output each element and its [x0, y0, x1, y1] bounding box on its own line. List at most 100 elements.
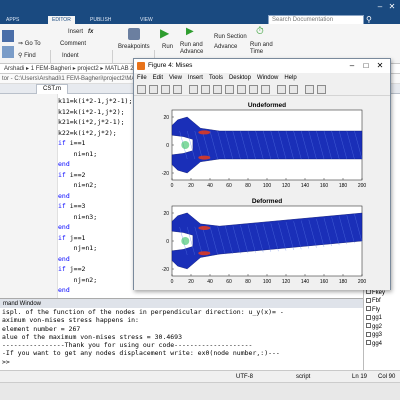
tab-cst-file[interactable]: CST.m: [36, 84, 68, 94]
command-output-line: element number = 267: [2, 324, 81, 333]
comment-button[interactable]: Comment: [60, 41, 86, 47]
data-cursor-icon[interactable]: [237, 85, 246, 94]
command-output-line: alue of the maximum von-mises stress = 3…: [2, 332, 183, 341]
variable-icon: [366, 331, 371, 337]
figure-menu-view[interactable]: View: [166, 73, 185, 83]
x-tick-label: 60: [226, 279, 232, 285]
indent-button[interactable]: Indent: [62, 53, 79, 59]
run-icon[interactable]: ▶: [160, 26, 169, 40]
print-icon[interactable]: [173, 85, 182, 94]
goto-button[interactable]: ⇒ Go To: [18, 40, 41, 47]
figure-titlebar[interactable]: Figure 4: Mises – □ ✕: [134, 59, 390, 73]
variable-icon: [366, 323, 371, 329]
workspace-variable[interactable]: gg1: [364, 314, 400, 323]
brush-icon[interactable]: [249, 85, 258, 94]
x-tick-label: 180: [339, 279, 348, 285]
figure-menu-edit[interactable]: Edit: [150, 73, 166, 83]
fx-button[interactable]: fx: [88, 29, 93, 35]
command-output-line: aximum von-mises stress happens in:: [2, 316, 139, 325]
new-figure-icon[interactable]: [137, 85, 146, 94]
x-tick-label: 20: [188, 279, 194, 285]
show-plot-tools-icon[interactable]: [317, 85, 326, 94]
workspace-variable[interactable]: gg4: [364, 340, 400, 349]
run-and-time-icon[interactable]: ⏱: [256, 26, 264, 37]
taskbar: [0, 382, 400, 400]
x-tick-label: 140: [301, 183, 310, 189]
tab-publish[interactable]: PUBLISH: [86, 16, 115, 24]
y-tick-label: -20: [162, 267, 169, 273]
y-tick-label: -20: [162, 171, 169, 177]
x-tick-label: 100: [263, 183, 272, 189]
x-tick-label: 160: [320, 279, 329, 285]
stress-region: [181, 141, 190, 149]
stress-hotspot: [198, 251, 211, 256]
command-window[interactable]: ispl. of the function of the nodes in pe…: [0, 308, 363, 370]
x-tick-label: 100: [263, 279, 272, 285]
tab-apps[interactable]: APPS: [2, 16, 23, 24]
advance-button[interactable]: Advance: [214, 44, 237, 50]
print-icon[interactable]: [2, 46, 14, 58]
figure-menu-help[interactable]: Help: [281, 73, 299, 83]
tab-view[interactable]: VIEW: [136, 16, 157, 24]
workspace-variable[interactable]: gg2: [364, 323, 400, 332]
workspace-panel: FlexFkeyFbfFlygg1gg2gg3gg4: [363, 280, 400, 370]
figure-menu-tools[interactable]: Tools: [206, 73, 226, 83]
variable-icon: [366, 297, 371, 303]
figure-close-button[interactable]: ✕: [373, 59, 387, 73]
figure-maximize-button[interactable]: □: [359, 59, 373, 73]
figure-plots: Undeformed0 20 40 60 80 100 120 140 160 180 200200…: [162, 102, 367, 285]
run-and-advance-button[interactable]: Run and Advance: [180, 42, 208, 56]
figure-minimize-button[interactable]: –: [345, 59, 359, 73]
workspace-variable[interactable]: Fbf: [364, 297, 400, 306]
x-tick-label: 0: [171, 279, 174, 285]
find-button[interactable]: ⚲ Find: [18, 52, 36, 59]
stress-hotspot: [198, 130, 211, 135]
command-output-line: ----------------Thank you for using our …: [2, 341, 253, 350]
compare-icon[interactable]: [2, 30, 14, 42]
figure-menu-file[interactable]: File: [134, 73, 150, 83]
variable-icon: [366, 314, 371, 320]
command-output-line: >>: [2, 357, 10, 366]
breakpoints-button[interactable]: Breakpoints: [118, 44, 150, 50]
x-tick-label: 40: [207, 279, 213, 285]
y-tick-label: 0: [166, 143, 169, 149]
minimize-button[interactable]: –: [374, 2, 386, 11]
find-label: Find: [24, 53, 36, 59]
run-and-time-button[interactable]: Run and Time: [250, 42, 278, 56]
zoom-in-icon[interactable]: [189, 85, 198, 94]
zoom-out-icon[interactable]: [201, 85, 210, 94]
run-button[interactable]: Run: [162, 44, 173, 50]
x-tick-label: 80: [245, 183, 251, 189]
variable-icon: [366, 306, 371, 312]
figure-canvas: Undeformed 0 20 40 60 80 100 120 140 160 180 200 20 0…: [134, 96, 390, 290]
figure-toolbar: [134, 83, 390, 96]
pan-icon[interactable]: [213, 85, 222, 94]
stress-hotspot: [198, 225, 211, 230]
status-bar: UTF-8 script Ln 19 Col 90: [0, 370, 400, 382]
workspace-variable[interactable]: gg3: [364, 331, 400, 340]
figure-menu-insert[interactable]: Insert: [185, 73, 206, 83]
workspace-variable[interactable]: Fly: [364, 306, 400, 315]
rotate-icon[interactable]: [225, 85, 234, 94]
run-and-advance-icon[interactable]: ▶: [186, 26, 194, 37]
insert-button[interactable]: Insert: [68, 29, 83, 35]
y-tick-label: 20: [163, 211, 169, 217]
command-output-line: -If you want to get any nodes displaceme…: [2, 349, 280, 358]
link-icon[interactable]: [261, 85, 270, 94]
axes-title: Undeformed: [248, 102, 286, 109]
breakpoints-icon[interactable]: [128, 28, 140, 40]
colorbar-icon[interactable]: [277, 85, 286, 94]
tab-editor[interactable]: EDITOR: [48, 16, 75, 24]
command-output-line: ispl. of the function of the nodes in pe…: [2, 308, 284, 316]
open-icon[interactable]: [149, 85, 158, 94]
x-tick-label: 200: [358, 183, 367, 189]
run-section-button[interactable]: Run Section: [214, 34, 247, 40]
variable-icon: [366, 340, 371, 346]
figure-menu-window[interactable]: Window: [254, 73, 281, 83]
legend-icon[interactable]: [289, 85, 298, 94]
figure-window: Figure 4: Mises – □ ✕ File Edit View Insert To…: [133, 58, 391, 290]
figure-menu-desktop[interactable]: Desktop: [226, 73, 254, 83]
save-icon[interactable]: [161, 85, 170, 94]
close-button[interactable]: ✕: [386, 2, 398, 11]
hide-plot-tools-icon[interactable]: [305, 85, 314, 94]
